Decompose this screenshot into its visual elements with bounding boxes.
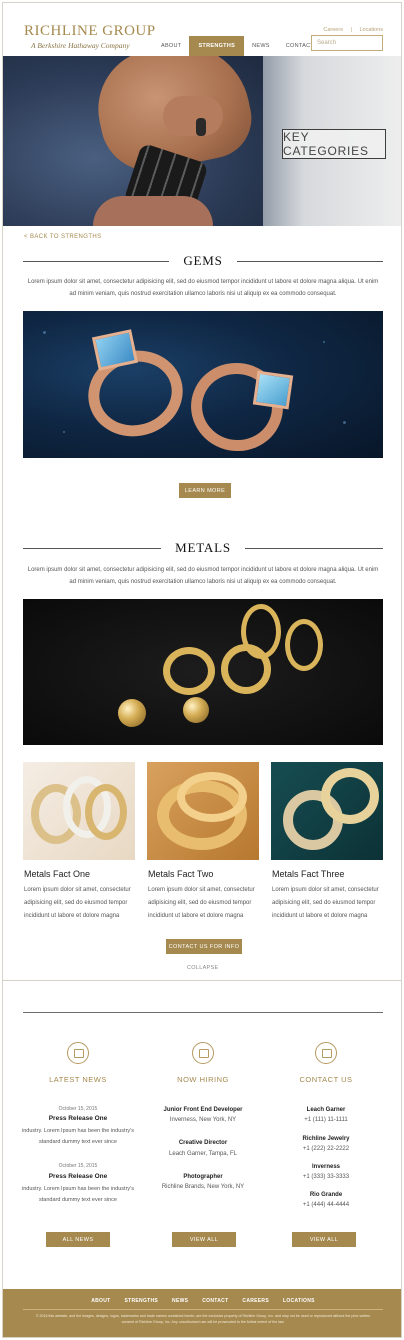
hiring-icon bbox=[192, 1042, 214, 1064]
nav-about[interactable]: ABOUT bbox=[153, 36, 189, 56]
heading-rule-left bbox=[23, 547, 162, 549]
careers-link[interactable]: Careers bbox=[323, 27, 343, 33]
util-separator: | bbox=[350, 27, 352, 33]
heading-rule-left bbox=[23, 260, 170, 262]
news-body: industry. Lorem Ipsum has been the indus… bbox=[22, 1186, 134, 1203]
gems-image bbox=[23, 311, 383, 458]
contact-phone[interactable]: +1 (444) 44-4444 bbox=[266, 1202, 386, 1208]
metals-heading: METALS bbox=[23, 540, 384, 556]
logo-subtitle: A Berkshire Hathaway Company bbox=[31, 41, 130, 50]
now-hiring-heading: NOW HIRING bbox=[177, 1075, 229, 1084]
metals-fact-two-text: Lorem ipsum dolor sit amet, consectetur … bbox=[148, 887, 255, 919]
contact-name: Inverness bbox=[311, 1164, 341, 1170]
nav-strengths[interactable]: STRENGTHS bbox=[189, 36, 245, 56]
news-title[interactable]: Press Release One bbox=[23, 1173, 133, 1180]
metals-fact-two-image bbox=[147, 762, 259, 860]
metals-image bbox=[23, 599, 383, 745]
news-body: industry. Lorem Ipsum has been the indus… bbox=[22, 1128, 134, 1145]
contact-us-heading: CONTACT US bbox=[299, 1075, 353, 1084]
contact-phone[interactable]: +1 (111) 11-1111 bbox=[266, 1117, 386, 1123]
gems-heading: GEMS bbox=[23, 253, 384, 269]
gems-title: GEMS bbox=[183, 253, 223, 268]
gold-ball-earring bbox=[183, 697, 209, 723]
metals-text: Lorem ipsum dolor sit amet, consectetur … bbox=[27, 567, 379, 585]
metals-fact-two-title: Metals Fact Two bbox=[148, 869, 214, 879]
sparkle bbox=[323, 341, 325, 343]
nav-news[interactable]: NEWS bbox=[244, 36, 278, 56]
hero-fingers bbox=[163, 96, 223, 136]
back-to-strengths-link[interactable]: < BACK TO STRENGTHS bbox=[24, 234, 102, 240]
metals-fact-one-text: Lorem ipsum dolor sit amet, consectetur … bbox=[24, 887, 131, 919]
footer-nav-contact[interactable]: CONTACT bbox=[202, 1298, 228, 1304]
main-nav: ABOUT STRENGTHS NEWS CONTACT bbox=[153, 36, 322, 56]
site-header: RICHLINE GROUP A Berkshire Hathaway Comp… bbox=[3, 3, 401, 56]
news-icon bbox=[67, 1042, 89, 1064]
gold-ball-earring bbox=[118, 699, 146, 727]
metals-fact-one-image bbox=[23, 762, 135, 860]
sparkle bbox=[43, 331, 46, 334]
news-date: October 15, 2015 bbox=[58, 1106, 98, 1112]
contact-icon bbox=[315, 1042, 337, 1064]
locations-link[interactable]: Locations bbox=[359, 27, 383, 33]
utility-links: Careers | Locations bbox=[317, 27, 383, 33]
gem-stone-right bbox=[252, 370, 294, 410]
job-title[interactable]: Photographer bbox=[143, 1174, 263, 1180]
sparkle bbox=[343, 421, 346, 424]
gold-ring bbox=[241, 604, 281, 659]
job-location: Inverness, New York, NY bbox=[169, 1117, 237, 1123]
metals-fact-three-image bbox=[271, 762, 383, 860]
footer-nav: ABOUT STRENGTHS NEWS CONTACT CAREERS LOC… bbox=[3, 1298, 401, 1304]
metals-fact-one-title: Metals Fact One bbox=[24, 869, 91, 879]
job-title[interactable]: Junior Front End Developer bbox=[143, 1107, 263, 1113]
footer-copyright: © 2015 this website, and the images, des… bbox=[35, 1314, 371, 1324]
collapse-link[interactable]: COLLAPSE bbox=[187, 965, 218, 971]
footer-rule bbox=[23, 1309, 383, 1310]
logo-title[interactable]: RICHLINE GROUP bbox=[24, 23, 156, 40]
gold-knot-earring bbox=[163, 647, 215, 695]
hero-label: KEY CATEGORIES bbox=[282, 129, 386, 159]
sparkle bbox=[63, 431, 65, 433]
hero-ring bbox=[196, 118, 206, 136]
contact-name: Richline Jewelry bbox=[302, 1136, 350, 1142]
page: RICHLINE GROUP A Berkshire Hathaway Comp… bbox=[2, 2, 402, 1338]
footer-top-rule bbox=[23, 1012, 383, 1013]
search-input[interactable]: Search bbox=[311, 35, 383, 51]
metals-title: METALS bbox=[175, 540, 231, 555]
job-title[interactable]: Creative Director bbox=[143, 1140, 263, 1146]
view-all-jobs-button[interactable]: VIEW ALL bbox=[172, 1232, 236, 1247]
section-divider bbox=[3, 980, 401, 981]
contact-phone[interactable]: +1 (222) 22-2222 bbox=[266, 1146, 386, 1152]
gems-text: Lorem ipsum dolor sit amet, consectetur … bbox=[27, 279, 379, 297]
news-title[interactable]: Press Release One bbox=[23, 1115, 133, 1122]
view-all-contacts-button[interactable]: VIEW ALL bbox=[292, 1232, 356, 1247]
contact-name: Rio Grande bbox=[309, 1192, 343, 1198]
heading-rule-right bbox=[244, 547, 384, 549]
metals-fact-three-title: Metals Fact Three bbox=[272, 869, 345, 879]
contact-name: Leach Garner bbox=[306, 1107, 346, 1113]
gold-ring bbox=[285, 619, 323, 671]
gold-band bbox=[177, 772, 247, 822]
job-location: Leach Garner, Tampa, FL bbox=[169, 1151, 237, 1157]
gold-band bbox=[85, 784, 127, 840]
latest-news-heading: LATEST NEWS bbox=[49, 1075, 107, 1084]
hero-hand-lower bbox=[93, 196, 213, 226]
hero-image: KEY CATEGORIES bbox=[3, 56, 401, 226]
footer-nav-strengths[interactable]: STRENGTHS bbox=[125, 1298, 159, 1304]
footer-nav-news[interactable]: NEWS bbox=[172, 1298, 188, 1304]
footer-nav-locations[interactable]: LOCATIONS bbox=[283, 1298, 315, 1304]
metals-fact-three-text: Lorem ipsum dolor sit amet, consectetur … bbox=[272, 887, 379, 919]
rope-ring bbox=[321, 768, 379, 824]
job-location: Richline Brands, New York, NY bbox=[161, 1184, 245, 1190]
contact-us-for-info-button[interactable]: CONTACT US FOR INFO bbox=[166, 939, 242, 954]
news-date: October 15, 2015 bbox=[58, 1163, 98, 1169]
heading-rule-right bbox=[236, 260, 384, 262]
all-news-button[interactable]: ALL NEWS bbox=[46, 1232, 110, 1247]
site-footer: ABOUT STRENGTHS NEWS CONTACT CAREERS LOC… bbox=[3, 1289, 401, 1337]
footer-nav-about[interactable]: ABOUT bbox=[91, 1298, 110, 1304]
contact-phone[interactable]: +1 (333) 33-3333 bbox=[266, 1174, 386, 1180]
learn-more-button[interactable]: LEARN MORE bbox=[179, 483, 231, 498]
footer-nav-careers[interactable]: CAREERS bbox=[242, 1298, 269, 1304]
